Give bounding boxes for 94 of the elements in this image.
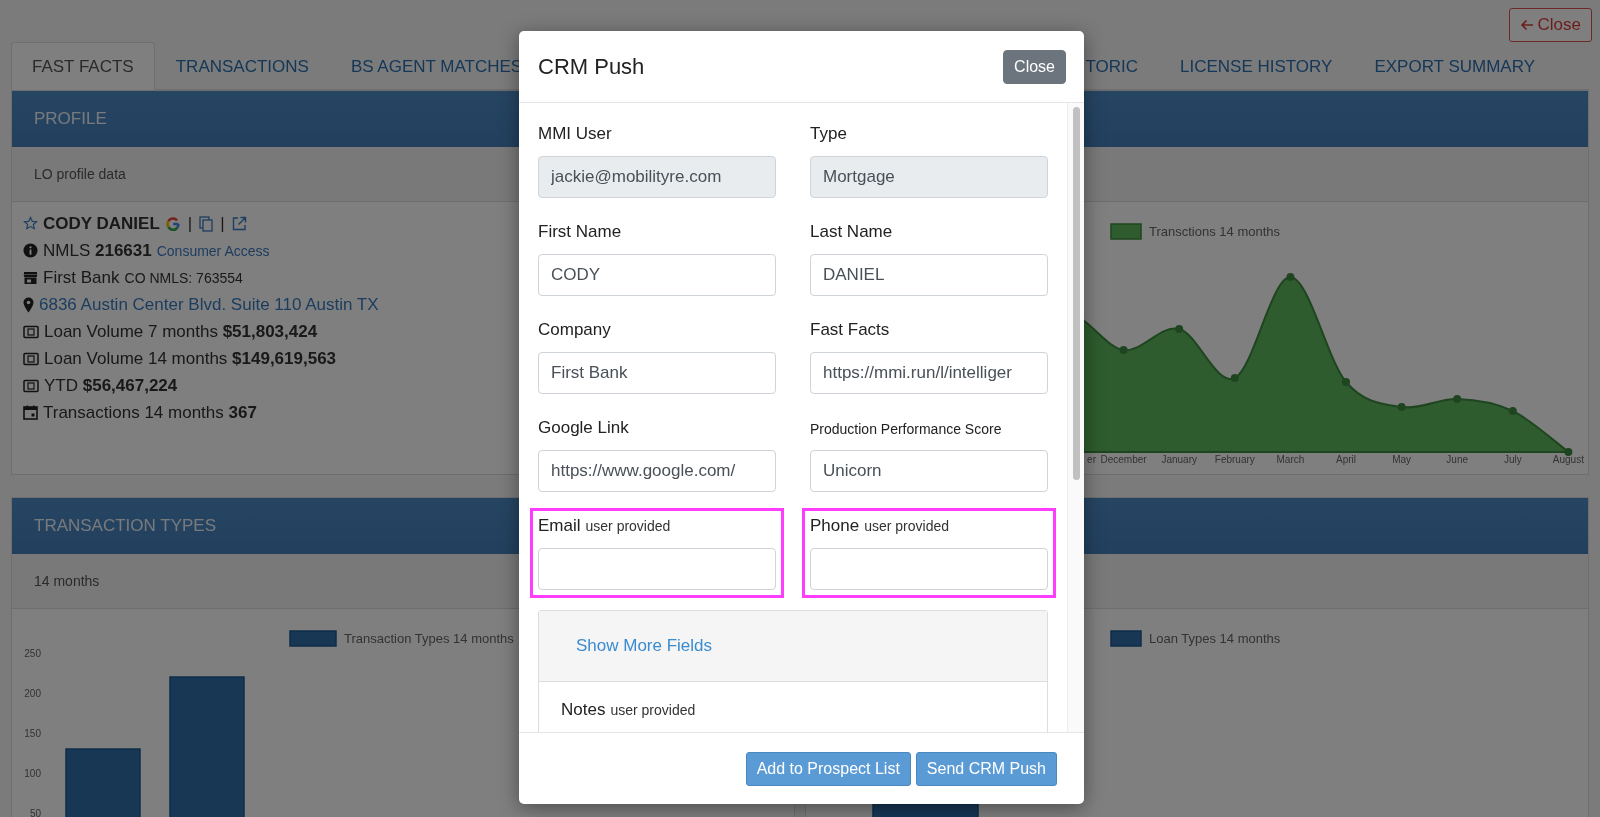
axis-label: February [1214,454,1255,465]
address-link[interactable]: 6836 Austin Center Blvd. Suite 110 Austin TX [39,294,379,315]
field-label: Last Name [810,222,893,242]
axis-label: May [1392,454,1412,465]
field-label: Fast Facts [810,320,890,340]
nmls-text: NMLS 216631 [43,240,152,261]
axis-label: July [1503,454,1522,465]
stat-text: YTD $56,467,224 [44,375,178,396]
axis-tick-label: 200 [24,688,41,699]
banknote-icon [23,351,39,366]
data-point [1286,273,1295,281]
arrow-left-icon [1519,18,1534,32]
stat-text: Loan Volume 14 months $149,619,563 [44,348,337,369]
tab[interactable]: FAST FACTS [11,42,155,90]
legend-swatch [1110,630,1142,647]
legend-swatch [1110,223,1142,240]
consumer-access-link[interactable]: Consumer Access [156,242,270,259]
map-pin-icon [23,296,34,313]
legend-label: Transaction Types 14 months [344,631,514,646]
axis-tick-label: 50 [29,808,41,817]
scrollbar-thumb[interactable] [1072,107,1080,480]
text-field[interactable]: Unicorn [810,450,1048,492]
tab[interactable]: EXPORT SUMMARY [1353,42,1556,89]
axis-label: December [1100,454,1147,465]
tab[interactable]: LICENSE HISTORY [1158,42,1354,89]
person-name: CODY DANIEL [43,213,160,234]
field-label: First Name [538,222,622,242]
legend-label: Transctions 14 months [1149,224,1281,239]
data-point [1508,407,1517,415]
text-field[interactable]: First Bank [538,352,776,394]
field-label: Google Link [538,418,629,438]
company-nmls: CO NMLS: 763554 [124,269,243,286]
modal-title: CRM Push [538,53,645,80]
info-icon [23,243,38,258]
data-point [1342,378,1350,386]
data-point [1119,346,1128,354]
data-point [1397,403,1406,411]
company-name: First Bank [43,267,120,288]
axis-label: April [1336,454,1356,465]
calendar-icon [23,405,38,420]
store-icon [23,270,38,285]
panel-title: PROFILE [34,109,107,129]
stat-text: Loan Volume 7 months $51,803,424 [44,321,318,342]
copy-icon[interactable] [199,215,214,232]
field-label: Production Performance Score [810,420,1002,439]
data-point [1230,374,1239,382]
axis-label: er [1087,454,1096,465]
field-note: user provided [585,518,671,534]
field-note: user provided [610,702,696,718]
field-label: Email [538,516,581,536]
scrollbar[interactable] [1067,103,1084,732]
axis-label: June [1446,454,1469,465]
text-field[interactable]: CODY [538,254,776,296]
action-button[interactable]: Send CRM Push [915,751,1057,786]
pipe-separator: | [187,213,193,234]
external-link-icon[interactable] [231,216,247,231]
stat-text: Transactions 14 months 367 [43,402,257,423]
banknote-icon [23,378,39,393]
axis-label: March [1276,454,1305,465]
text-field[interactable]: Mortgage [810,156,1048,198]
field-label: Company [538,320,611,340]
axis-label: January [1161,454,1197,465]
text-field[interactable]: https://www.google.com/ [538,450,776,492]
axis-tick-label: 250 [24,648,41,659]
axis-tick-label: 150 [24,728,41,739]
legend-swatch [289,630,337,647]
text-field[interactable]: DANIEL [810,254,1048,296]
text-field[interactable] [810,548,1048,590]
close-button[interactable]: Close [1508,8,1592,42]
show-more-fields-link[interactable]: Show More Fields [576,636,713,656]
star-icon[interactable] [23,216,38,231]
action-button[interactable]: Add to Prospect List [745,751,911,786]
close-button[interactable]: Close [1003,49,1066,84]
field-label: Notes [561,700,606,720]
text-field[interactable] [538,548,776,590]
field-label: Type [810,124,847,144]
text-field[interactable]: https://mmi.run/l/intelliger [810,352,1048,394]
data-point [1175,325,1184,333]
field-label: MMI User [538,124,612,144]
tab[interactable]: TRANSACTIONS [154,42,330,89]
field-note: user provided [864,518,949,534]
text-field[interactable]: jackie@mobilityre.com [538,156,776,198]
data-point [1453,395,1462,403]
field-label: Phone [810,516,860,536]
panel-subtitle: 14 months [34,573,100,589]
panel-title: TRANSACTION TYPES [34,516,216,536]
data-point [1564,448,1573,456]
pipe-separator: | [220,213,225,234]
axis-label: August [1552,454,1584,465]
banknote-icon [23,324,39,339]
axis-tick-label: 100 [24,768,41,779]
google-icon[interactable] [164,215,181,232]
panel-subtitle: LO profile data [34,166,126,182]
legend-label: Loan Types 14 months [1149,631,1281,646]
